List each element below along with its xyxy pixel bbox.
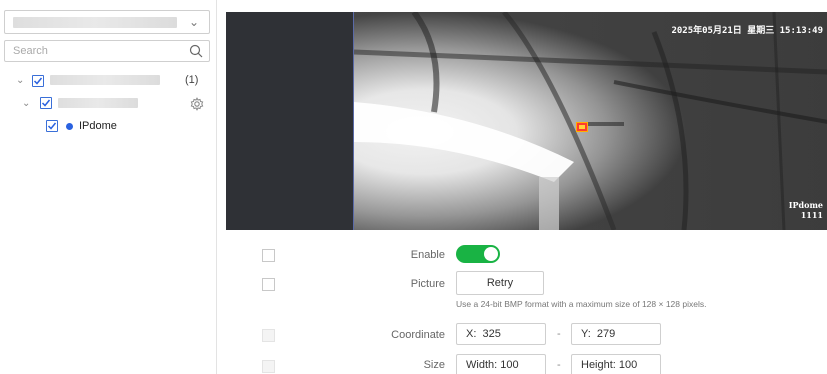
chevron-down-icon[interactable]: ⌄ — [22, 98, 30, 109]
enable-row-checkbox[interactable] — [262, 249, 275, 262]
size-height-field — [571, 354, 661, 374]
retry-button[interactable]: Retry — [456, 271, 544, 295]
camera-scene — [354, 12, 827, 230]
site-select-value-redacted — [13, 17, 177, 28]
search-icon[interactable] — [189, 44, 203, 58]
device-checkbox[interactable] — [46, 120, 58, 132]
gear-icon[interactable] — [190, 97, 204, 111]
chevron-down-icon[interactable]: ⌄ — [16, 75, 24, 86]
root-name-redacted — [50, 75, 160, 85]
search-box — [4, 40, 210, 62]
size-width-input[interactable] — [457, 355, 545, 374]
root-checkbox[interactable] — [32, 75, 44, 87]
checkmark-icon — [33, 77, 43, 85]
size-height-input[interactable] — [572, 355, 660, 374]
osd-channel-number: 1111 — [800, 210, 823, 220]
device-name: IPdome — [79, 120, 117, 132]
site-select[interactable]: ⌄ — [4, 10, 210, 34]
video-blank-area — [226, 12, 353, 230]
osd-channel: IPdome 1111 — [789, 200, 823, 220]
toggle-knob — [484, 247, 498, 261]
checkmark-icon — [47, 122, 57, 130]
tree-node-device[interactable]: IPdome — [0, 118, 217, 136]
checkmark-icon — [41, 99, 51, 107]
enable-label: Enable — [410, 249, 445, 261]
coordinate-separator: - — [557, 328, 561, 340]
online-status-dot — [66, 123, 73, 130]
root-device-count: (1) — [185, 74, 199, 86]
device-panel: ⌄ ⌄ (1) ⌄ IPdome — [0, 0, 217, 374]
chevron-down-icon: ⌄ — [188, 15, 199, 29]
coordinate-label: Coordinate — [391, 329, 445, 341]
size-row-checkbox — [262, 360, 275, 373]
picture-format-hint: Use a 24-bit BMP format with a maximum s… — [456, 299, 707, 309]
size-label: Size — [423, 359, 445, 371]
search-input[interactable] — [5, 41, 185, 61]
enable-toggle[interactable] — [456, 245, 500, 263]
tree-node-group[interactable]: ⌄ — [0, 95, 217, 113]
tree-node-root[interactable]: ⌄ (1) — [0, 72, 217, 90]
live-video[interactable]: 2025年05月21日 星期三 15:13:49 IPdome 1111 — [353, 12, 827, 230]
osd-channel-name: IPdome — [788, 200, 823, 210]
picture-label: Picture — [410, 278, 445, 290]
group-checkbox[interactable] — [40, 97, 52, 109]
osd-datetime: 2025年05月21日 星期三 15:13:49 — [671, 26, 823, 36]
picture-row-checkbox[interactable] — [262, 278, 275, 291]
coordinate-y-input[interactable] — [572, 324, 660, 344]
coordinate-row-checkbox — [262, 329, 275, 342]
size-width-field — [456, 354, 546, 374]
overlay-picture-marker[interactable] — [576, 122, 588, 132]
coordinate-x-field — [456, 323, 546, 345]
size-separator: - — [557, 359, 561, 371]
coordinate-x-input[interactable] — [457, 324, 545, 344]
coordinate-y-field — [571, 323, 661, 345]
group-name-redacted — [58, 98, 138, 108]
